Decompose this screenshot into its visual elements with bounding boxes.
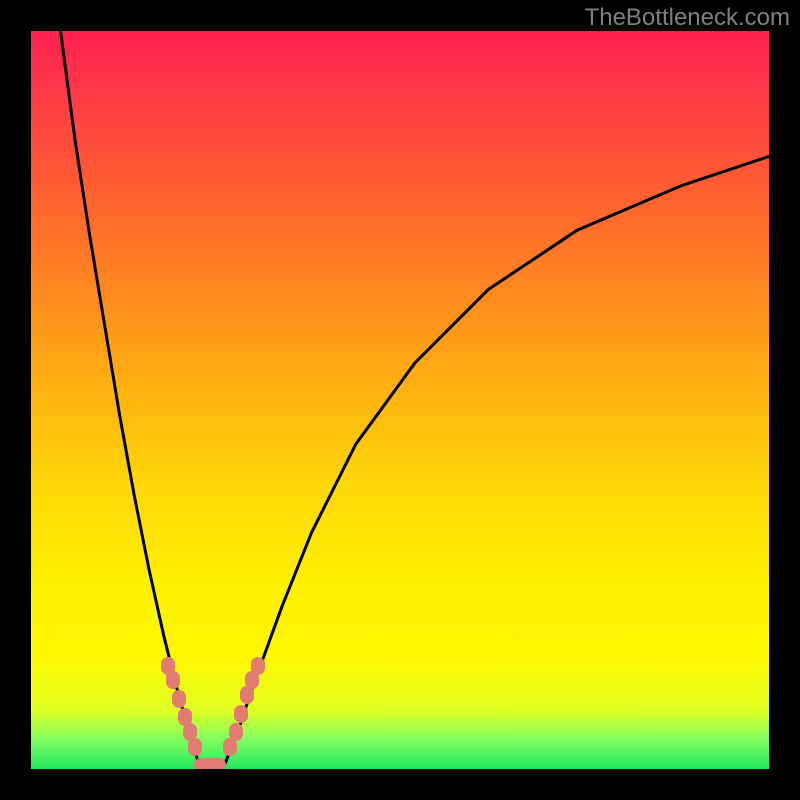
bead-left	[172, 690, 186, 708]
bead-right	[251, 657, 265, 675]
curve-left-curve	[61, 31, 201, 769]
watermark-text: TheBottleneck.com	[585, 4, 790, 32]
bead-left	[188, 738, 202, 756]
chart-outer-frame: TheBottleneck.com	[0, 0, 800, 800]
plot-area	[31, 31, 769, 769]
curve-right-curve	[223, 156, 769, 769]
bead-right	[229, 723, 243, 741]
curve-svg	[31, 31, 769, 769]
bead-bottom	[206, 758, 226, 769]
bead-left	[166, 671, 180, 689]
bead-right	[234, 705, 248, 723]
